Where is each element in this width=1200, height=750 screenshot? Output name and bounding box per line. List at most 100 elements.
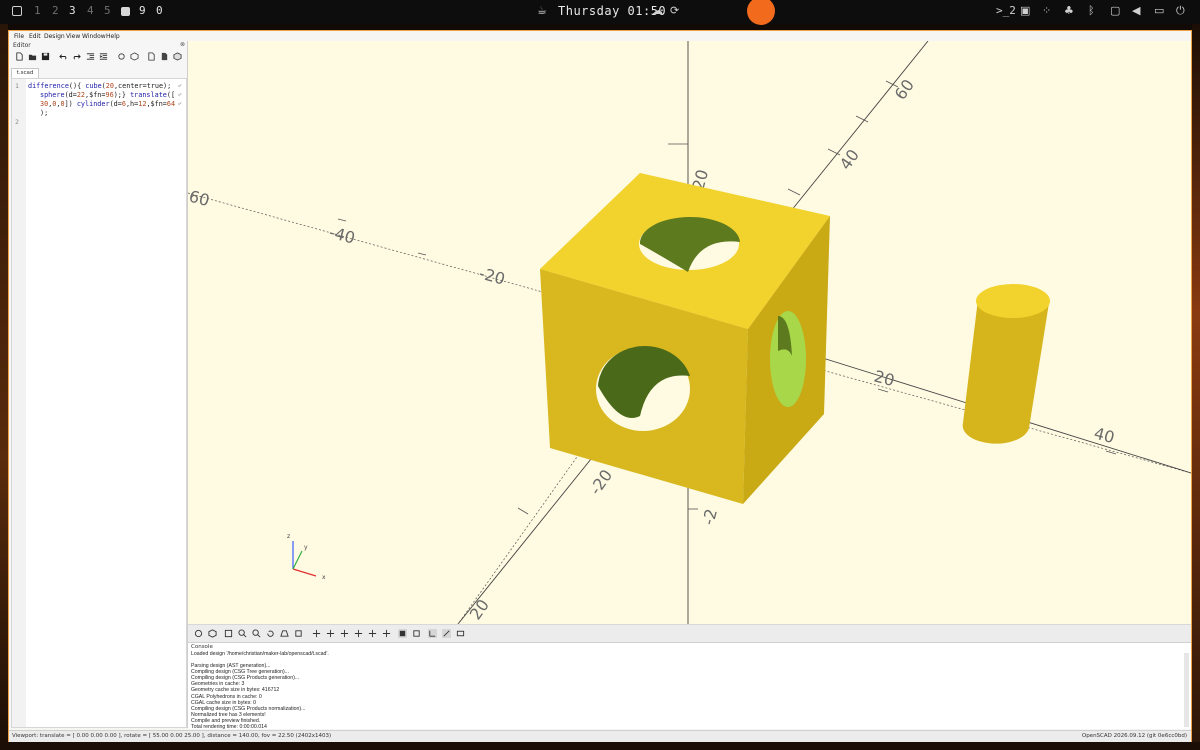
wallpaper-left <box>0 24 8 750</box>
editor-panel: Editor ⊗ t.scad 1 2 difference(){ cube(2… <box>9 41 188 728</box>
workspace-1[interactable]: 1 <box>34 0 41 24</box>
unindent-icon[interactable] <box>86 52 95 61</box>
terminal-count: 2 <box>1009 4 1016 17</box>
wrap-indicator-icon: ⤶ <box>178 91 182 98</box>
code-token: ,h= <box>125 100 139 108</box>
clock[interactable]: Thursday 01:50 <box>558 0 666 24</box>
surfaces-icon[interactable] <box>398 629 407 638</box>
menu-view[interactable]: View <box>66 33 80 40</box>
code-token: translate <box>130 91 167 99</box>
code-token: 22 <box>76 91 86 99</box>
cylinder-object[interactable] <box>962 284 1050 444</box>
menu-edit[interactable]: Edit <box>29 33 41 40</box>
preview-icon[interactable] <box>117 52 126 61</box>
refresh-icon[interactable]: ⟳ <box>670 4 679 18</box>
code-token: cube <box>85 82 102 90</box>
editor-close-icon[interactable]: ⊗ <box>180 41 185 48</box>
view-top-icon[interactable] <box>312 629 321 638</box>
view-front-icon[interactable] <box>368 629 377 638</box>
render-icon[interactable] <box>130 52 139 61</box>
app-grid-icon[interactable] <box>121 7 130 16</box>
show-edges-icon[interactable] <box>456 629 465 638</box>
console-title: Console <box>191 644 213 650</box>
screenshot-icon[interactable]: ▢ <box>1110 4 1120 18</box>
network-icon[interactable]: ▣ <box>1020 4 1030 18</box>
display-icon[interactable]: ▭ <box>1154 4 1164 18</box>
cube-side-hole <box>770 311 806 407</box>
wrap-indicator-icon: ⤶ <box>178 82 182 89</box>
show-scale-icon[interactable] <box>442 629 451 638</box>
export-3mf-icon[interactable] <box>173 52 182 61</box>
bluetooth-icon[interactable]: ᛒ <box>1088 4 1095 18</box>
code-token: (d= <box>64 91 77 99</box>
power-icon[interactable]: ⏻ <box>1176 4 1185 18</box>
cylinder-body <box>962 299 1049 444</box>
code-token: ,$fn= <box>146 100 167 108</box>
apps-icon[interactable]: ⁘ <box>1042 4 1051 18</box>
code-line-1a: difference(){ cube(20,center=true); <box>28 82 171 90</box>
axis-label: -20 <box>586 466 617 498</box>
code-token: ([ <box>166 91 176 99</box>
workspace-0[interactable]: 0 <box>156 0 163 24</box>
code-token: difference <box>28 82 69 90</box>
view-right-icon[interactable] <box>354 629 363 638</box>
view-all-icon[interactable] <box>224 629 233 638</box>
menu-design[interactable]: Design <box>44 33 65 40</box>
terminal-icon[interactable]: >_2 <box>996 4 1016 18</box>
new-file-icon[interactable] <box>15 52 24 61</box>
workspace-4[interactable]: 4 <box>87 0 94 24</box>
view-bottom-icon[interactable] <box>326 629 335 638</box>
code-editor[interactable]: 1 2 difference(){ cube(20,center=true); … <box>11 78 187 728</box>
view-left-icon[interactable] <box>340 629 349 638</box>
indent-icon[interactable] <box>99 52 108 61</box>
axis-label: -2 <box>699 507 721 527</box>
volume-icon[interactable]: ◀ <box>1132 4 1140 18</box>
undo-icon[interactable] <box>59 52 68 61</box>
wrap-indicator-icon: ⤶ <box>178 100 182 107</box>
render-icon[interactable] <box>208 629 217 638</box>
orthogonal-icon[interactable] <box>294 629 303 638</box>
preview-icon[interactable] <box>194 629 203 638</box>
workspace-2[interactable]: 2 <box>52 0 59 24</box>
axis-label: 20 <box>872 367 897 391</box>
export-stl-icon[interactable] <box>147 52 156 61</box>
redo-icon[interactable] <box>72 52 81 61</box>
3d-viewport[interactable]: 60 -40 -20 20 40 60 20 -20 -2 40 20 z y … <box>188 41 1191 624</box>
zoom-in-icon[interactable] <box>238 629 247 638</box>
code-token: ,$fn= <box>85 91 106 99</box>
reset-view-icon[interactable] <box>266 629 275 638</box>
code-line-1c: 30,0,0]) cylinder(d=6,h=12,$fn=64 <box>40 100 175 108</box>
code-token: 96 <box>105 91 114 99</box>
layout-icon[interactable] <box>12 6 22 16</box>
zoom-out-icon[interactable] <box>252 629 261 638</box>
workspace-5[interactable]: 5 <box>104 0 111 24</box>
cloud-icon[interactable]: ☁ <box>652 4 663 18</box>
code-token: (){ <box>68 82 86 90</box>
tab-tscad[interactable]: t.scad <box>11 68 39 78</box>
wireframe-icon[interactable] <box>412 629 421 638</box>
workspace-3[interactable]: 3 <box>69 0 76 24</box>
axis-label: 60 <box>891 76 918 104</box>
perspective-icon[interactable] <box>280 629 289 638</box>
open-file-icon[interactable] <box>28 52 37 61</box>
view-back-icon[interactable] <box>382 629 391 638</box>
save-icon[interactable] <box>41 52 50 61</box>
cube-object[interactable] <box>540 173 830 504</box>
menu-help[interactable]: Help <box>106 33 120 40</box>
menu-file[interactable]: File <box>14 33 24 40</box>
weather-icon[interactable]: ☕ <box>537 4 547 18</box>
code-token: 20 <box>105 82 114 90</box>
code-line-1b: sphere(d=22,$fn=96);} translate([ <box>40 91 175 99</box>
workspace-9[interactable]: 9 <box>139 0 146 24</box>
notification-icon[interactable]: ♣ <box>1064 4 1074 18</box>
menu-window[interactable]: Window <box>82 33 106 40</box>
cylinder-top <box>976 284 1050 318</box>
show-axes-icon[interactable] <box>428 629 437 638</box>
send-to-print-icon[interactable] <box>160 52 169 61</box>
console-scrollbar[interactable] <box>1184 653 1189 727</box>
orange-indicator[interactable] <box>747 0 775 25</box>
axis-label: -40 <box>327 223 357 248</box>
line-gutter: 1 2 <box>12 79 26 727</box>
line-number: 1 <box>15 82 19 90</box>
axis-label: -20 <box>477 264 507 289</box>
